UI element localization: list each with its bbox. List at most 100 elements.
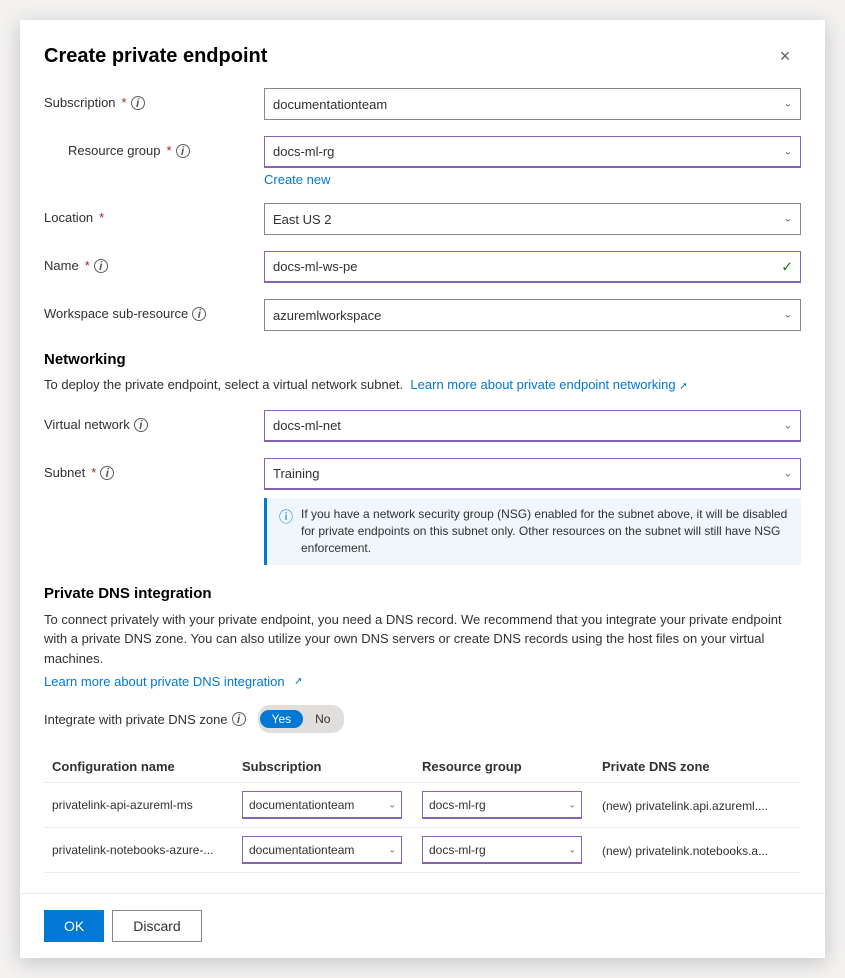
subnet-row: Subnet * i Training ⌄ ⓘ If you have a ne… <box>44 458 801 564</box>
name-required: * <box>85 258 90 273</box>
learn-more-networking-link[interactable]: Learn more about private endpoint networ… <box>407 377 688 392</box>
table-rg-chevron-icon: ⌄ <box>568 844 576 855</box>
resource-group-dropdown-wrapper: docs-ml-rg ⌄ <box>264 136 801 168</box>
workspace-sub-resource-dropdown-wrapper: azuremlworkspace ⌄ <box>264 299 801 331</box>
config-name-cell: privatelink-api-azureml-ms <box>44 783 234 828</box>
location-label: Location <box>44 210 93 225</box>
table-rg-dropdown[interactable]: docs-ml-rg ⌄ <box>422 791 582 819</box>
subnet-chevron-icon: ⌄ <box>784 468 792 479</box>
resource-group-info-icon[interactable]: i <box>176 144 190 158</box>
subnet-info-box: ⓘ If you have a network security group (… <box>264 498 801 564</box>
location-dropdown-wrapper: East US 2 ⌄ <box>264 203 801 235</box>
subscription-required: * <box>122 95 127 110</box>
subscription-label: Subscription <box>44 95 116 110</box>
table-subscription-dropdown[interactable]: documentationteam ⌄ <box>242 791 402 819</box>
subnet-control: Training ⌄ ⓘ If you have a network secur… <box>264 458 801 564</box>
name-info-icon[interactable]: i <box>94 259 108 273</box>
resource-group-chevron-icon: ⌄ <box>784 146 792 157</box>
table-header-sub: Subscription <box>234 753 414 783</box>
toggle-yes-option[interactable]: Yes <box>260 710 304 728</box>
dns-zone-cell: (new) privatelink.notebooks.a... <box>594 828 801 873</box>
virtual-network-control: docs-ml-net ⌄ <box>264 410 801 442</box>
dns-toggle[interactable]: Yes No <box>258 705 345 733</box>
subscription-dropdown[interactable]: documentationteam ⌄ <box>264 88 801 120</box>
create-new-link[interactable]: Create new <box>264 172 330 187</box>
subnet-value: Training <box>273 466 319 481</box>
location-chevron-icon: ⌄ <box>784 214 792 225</box>
location-dropdown[interactable]: East US 2 ⌄ <box>264 203 801 235</box>
resource-group-dropdown[interactable]: docs-ml-rg ⌄ <box>264 136 801 168</box>
table-subscription-dropdown[interactable]: documentationteam ⌄ <box>242 836 402 864</box>
table-rg-dropdown[interactable]: docs-ml-rg ⌄ <box>422 836 582 864</box>
virtual-network-label: Virtual network <box>44 417 130 432</box>
virtual-network-info-icon[interactable]: i <box>134 418 148 432</box>
name-control: ✓ <box>264 251 801 283</box>
dialog-content: Subscription * i documentationteam ⌄ Res… <box>20 88 825 893</box>
subnet-label: Subnet <box>44 465 85 480</box>
discard-button[interactable]: Discard <box>112 910 201 942</box>
subscription-chevron-icon: ⌄ <box>784 99 792 110</box>
table-row: privatelink-notebooks-azure-... document… <box>44 828 801 873</box>
workspace-sub-resource-value: azuremlworkspace <box>273 308 381 323</box>
dns-zone-text: (new) privatelink.api.azureml.... <box>602 799 768 813</box>
subnet-info-icon[interactable]: i <box>100 466 114 480</box>
name-label: Name <box>44 258 79 273</box>
virtual-network-dropdown[interactable]: docs-ml-net ⌄ <box>264 410 801 442</box>
resource-group-row: Resource group * i docs-ml-rg ⌄ Create n… <box>44 136 801 187</box>
toggle-no-option[interactable]: No <box>303 710 342 728</box>
dns-table: Configuration name Subscription Resource… <box>44 753 801 873</box>
dialog-title: Create private endpoint <box>44 45 267 68</box>
private-dns-desc: To connect privately with your private e… <box>44 610 801 669</box>
table-sub-chevron-icon: ⌄ <box>388 844 396 855</box>
networking-section-desc: To deploy the private endpoint, select a… <box>44 376 801 394</box>
virtual-network-chevron-icon: ⌄ <box>784 420 792 431</box>
subscription-cell: documentationteam ⌄ <box>234 828 414 873</box>
config-name-cell: privatelink-notebooks-azure-... <box>44 828 234 873</box>
dns-zone-text: (new) privatelink.notebooks.a... <box>602 844 768 858</box>
workspace-sub-resource-info-icon[interactable]: i <box>192 307 206 321</box>
external-link-icon: ➚ <box>679 380 687 394</box>
subnet-info-text: If you have a network security group (NS… <box>301 506 789 556</box>
ok-button[interactable]: OK <box>44 910 104 942</box>
subscription-label-col: Subscription * i <box>44 88 264 110</box>
name-check-icon: ✓ <box>781 259 793 276</box>
resource-group-control: docs-ml-rg ⌄ Create new <box>264 136 801 187</box>
table-header-config: Configuration name <box>44 753 234 783</box>
name-input-wrapper: ✓ <box>264 251 801 283</box>
subscription-info-icon[interactable]: i <box>131 96 145 110</box>
create-private-endpoint-dialog: Create private endpoint × Subscription *… <box>20 20 825 958</box>
close-button[interactable]: × <box>769 40 801 72</box>
workspace-sub-resource-chevron-icon: ⌄ <box>784 310 792 321</box>
name-label-col: Name * i <box>44 251 264 273</box>
workspace-sub-resource-row: Workspace sub-resource i azuremlworkspac… <box>44 299 801 331</box>
subscription-value: documentationteam <box>273 97 387 112</box>
name-input[interactable] <box>264 251 801 283</box>
location-control: East US 2 ⌄ <box>264 203 801 235</box>
subscription-row: Subscription * i documentationteam ⌄ <box>44 88 801 120</box>
table-row: privatelink-api-azureml-ms documentation… <box>44 783 801 828</box>
subscription-control: documentationteam ⌄ <box>264 88 801 120</box>
subnet-label-col: Subnet * i <box>44 458 264 480</box>
virtual-network-label-col: Virtual network i <box>44 410 264 432</box>
workspace-sub-resource-dropdown[interactable]: azuremlworkspace ⌄ <box>264 299 801 331</box>
learn-more-dns-link[interactable]: Learn more about private DNS integration… <box>44 674 303 689</box>
info-box-icon: ⓘ <box>279 507 293 527</box>
dns-zone-cell: (new) privatelink.api.azureml.... <box>594 783 801 828</box>
integrate-label: Integrate with private DNS zone i <box>44 712 246 727</box>
integrate-toggle-row: Integrate with private DNS zone i Yes No <box>44 705 801 733</box>
virtual-network-dropdown-wrapper: docs-ml-net ⌄ <box>264 410 801 442</box>
networking-section-title: Networking <box>44 351 801 368</box>
resource-group-cell: docs-ml-rg ⌄ <box>414 783 594 828</box>
workspace-sub-resource-label: Workspace sub-resource <box>44 306 188 321</box>
table-header-rg: Resource group <box>414 753 594 783</box>
name-row: Name * i ✓ <box>44 251 801 283</box>
location-value: East US 2 <box>273 212 332 227</box>
table-header-dns: Private DNS zone <box>594 753 801 783</box>
resource-group-label: Resource group <box>68 143 161 158</box>
subnet-dropdown[interactable]: Training ⌄ <box>264 458 801 490</box>
integrate-info-icon[interactable]: i <box>232 712 246 726</box>
resource-group-label-col: Resource group * i <box>44 136 264 158</box>
subnet-dropdown-wrapper: Training ⌄ <box>264 458 801 490</box>
dns-external-link-icon: ➚ <box>294 676 302 687</box>
workspace-sub-resource-label-col: Workspace sub-resource i <box>44 299 264 321</box>
